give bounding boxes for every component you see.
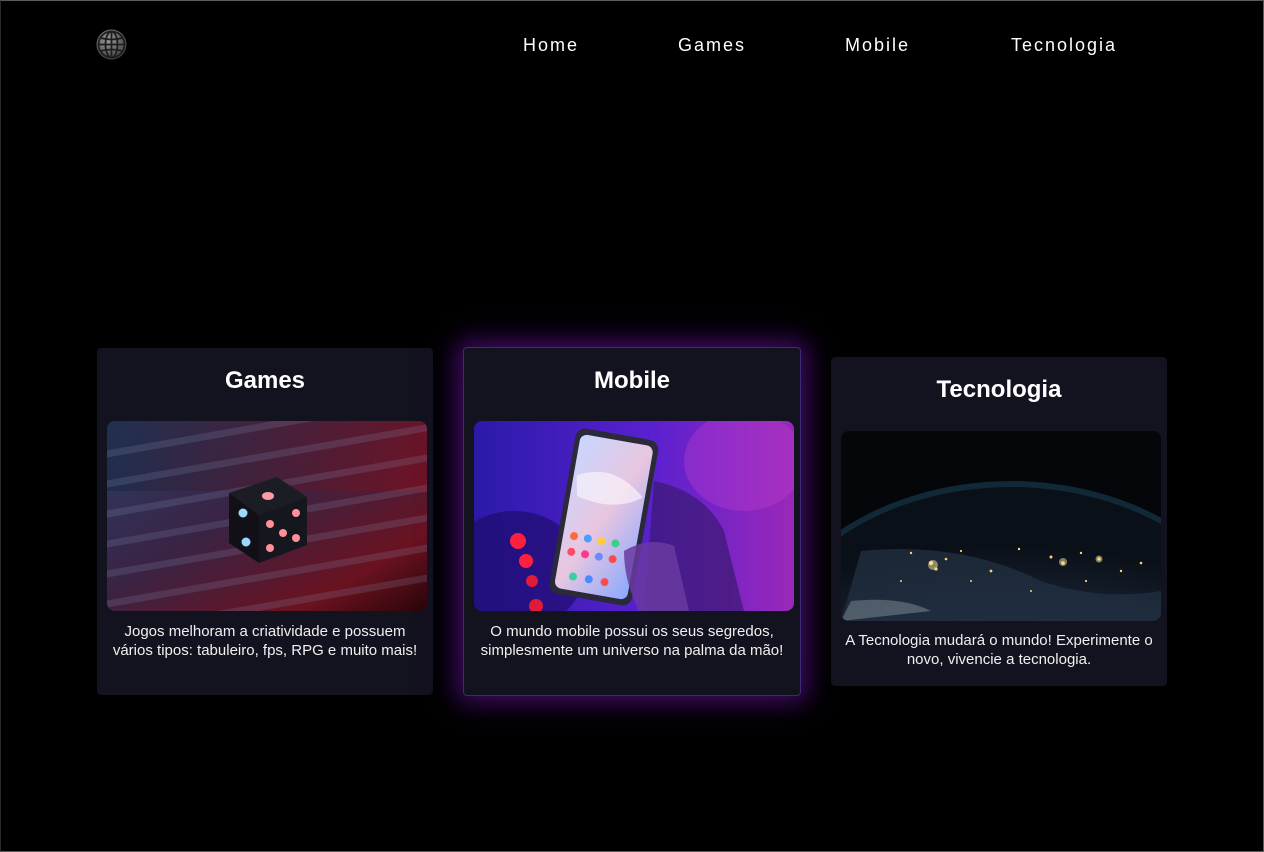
card-games[interactable]: Games Jogos melhoram a criatividade e po… [97,348,433,695]
dice-image [107,421,427,611]
card-title: Games [224,367,306,394]
nav-games-link[interactable]: Games [678,34,746,56]
card-mobile[interactable]: Mobile O mundo mobile possui os seus seg… [463,347,801,696]
earth-image [841,431,1161,621]
nav-mobile-link[interactable]: Mobile [845,34,910,56]
card-description: O mundo mobile possui os seus segredos, … [480,623,784,659]
nav-home-link[interactable]: Home [523,34,579,56]
card-tecnologia[interactable]: Tecnologia A Tecnologia mudará o mundo! … [831,357,1167,686]
card-title: Tecnologia [936,376,1062,403]
main-nav: Home Games Mobile Tecnologia [0,34,1264,56]
smartphone-image [474,421,794,611]
card-title: Mobile [594,367,670,394]
card-description: A Tecnologia mudará o mundo! Experimente… [845,632,1153,668]
card-description: Jogos melhoram a criatividade e possuem … [112,623,418,659]
nav-tecnologia-link[interactable]: Tecnologia [1011,34,1117,56]
